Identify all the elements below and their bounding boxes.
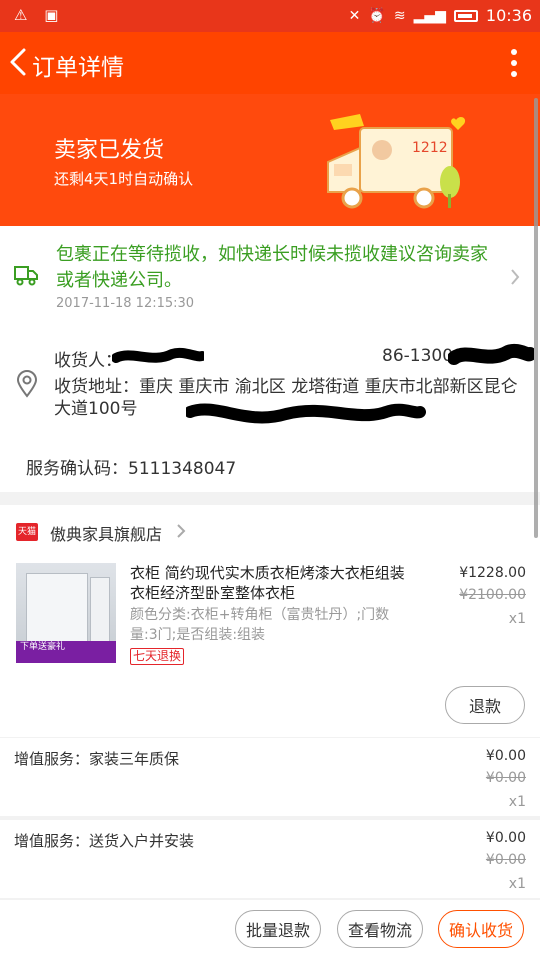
alarm-icon: ⏰ <box>368 7 386 24</box>
thumbnail-promo: 下单送豪礼 <box>16 641 116 663</box>
chevron-right-icon[interactable] <box>176 523 186 539</box>
top-bar: 订单详情 <box>0 32 540 94</box>
logistics-message[interactable]: 包裹正在等待揽收，如快递长时候未揽收建议咨询卖家或者快递公司。 <box>56 242 496 294</box>
redaction-mark <box>112 347 204 363</box>
clock: 10:36 <box>485 6 532 25</box>
logistics-time: 2017-11-18 12:15:30 <box>56 296 195 311</box>
logistics-address-card: 包裹正在等待揽收，如快递长时候未揽收建议咨询卖家或者快递公司。 2017-11-… <box>0 226 540 492</box>
chevron-right-icon[interactable] <box>510 268 520 286</box>
location-pin-icon <box>16 370 38 398</box>
value-added-service-row: 增值服务：家装三年质保 ¥0.00 ¥0.00 x1 <box>0 738 540 816</box>
page-title: 订单详情 <box>32 55 124 81</box>
back-arrow-icon[interactable] <box>6 42 32 82</box>
store-name[interactable]: 傲典家具旗舰店 <box>50 521 162 545</box>
confirm-receipt-button[interactable]: 确认收货 <box>438 910 524 948</box>
service-label: 增值服务：送货入户并安装 <box>14 832 195 850</box>
battery-icon <box>453 9 478 22</box>
scrollbar[interactable] <box>534 98 538 538</box>
service-confirmation-code: 服务确认码：5111348047 <box>26 459 237 479</box>
batch-refund-button[interactable]: 批量退款 <box>235 910 321 948</box>
product-quantity: x1 <box>508 611 526 627</box>
notification-icons: ⚠ ▣ <box>14 6 65 24</box>
service-original-price: ¥0.00 <box>485 770 526 786</box>
wardrobe-side-image <box>90 577 110 647</box>
service-quantity: x1 <box>508 876 526 892</box>
truck-icon <box>14 266 38 286</box>
view-logistics-button[interactable]: 查看物流 <box>337 910 423 948</box>
product-thumbnail[interactable]: 下单送豪礼 <box>16 563 116 663</box>
service-original-price: ¥0.00 <box>485 852 526 868</box>
seven-day-return-tag: 七天退换 <box>130 648 185 665</box>
shipping-address: 收货地址：重庆 重庆市 渝北区 龙塔街道 重庆市北部新区昆仑大道100号 <box>54 377 518 419</box>
tmall-badge: 天猫 <box>16 523 38 541</box>
product-attributes: 颜色分类:衣柜+转角柜（富贵牡丹）;门数量:3门;是否组装:组装 <box>130 607 390 643</box>
service-price: ¥0.00 <box>485 748 526 764</box>
wardrobe-image <box>26 573 88 647</box>
product-price: ¥1228.00 <box>459 565 526 581</box>
more-options-icon[interactable] <box>510 48 518 78</box>
auto-confirm-countdown: 还剩4天1时自动确认 <box>54 170 194 188</box>
mute-icon: ✕ <box>348 7 361 24</box>
recipient-label: 收货人： <box>54 351 122 371</box>
store-row[interactable]: 天猫 傲典家具旗舰店 <box>0 505 540 557</box>
service-label: 增值服务：家装三年质保 <box>14 750 180 768</box>
service-price: ¥0.00 <box>485 830 526 846</box>
status-bar: ⚠ ▣ ✕ ⏰ ≋ ▂▄▆ 10:36 <box>0 0 540 32</box>
bottom-action-bar: 批量退款 查看物流 确认收货 <box>0 900 540 960</box>
value-added-service-row: 增值服务：送货入户并安装 ¥0.00 ¥0.00 x1 <box>0 820 540 898</box>
order-status-banner: 卖家已发货 还剩4天1时自动确认 1212 <box>0 94 540 226</box>
system-icons: ✕ ⏰ ≋ ▂▄▆ 10:36 <box>349 6 532 25</box>
refund-button[interactable]: 退款 <box>445 686 525 724</box>
order-status: 卖家已发货 <box>54 138 165 163</box>
product-item[interactable]: 下单送豪礼 衣柜 简约现代实木质衣柜烤漆大衣柜组装衣柜经济型卧室整体衣柜 颜色分… <box>0 557 540 737</box>
product-title[interactable]: 衣柜 简约现代实木质衣柜烤漆大衣柜组装衣柜经济型卧室整体衣柜 <box>130 563 410 603</box>
product-original-price: ¥2100.00 <box>459 587 526 603</box>
wifi-icon: ≋ <box>393 7 406 24</box>
delivery-truck-illustration: 1212 <box>327 114 466 209</box>
recipient-phone: 86-13008 <box>382 346 464 366</box>
signal-icon: ▂▄▆ <box>413 7 446 24</box>
svg-text:1212: 1212 <box>412 140 448 156</box>
service-quantity: x1 <box>508 794 526 810</box>
